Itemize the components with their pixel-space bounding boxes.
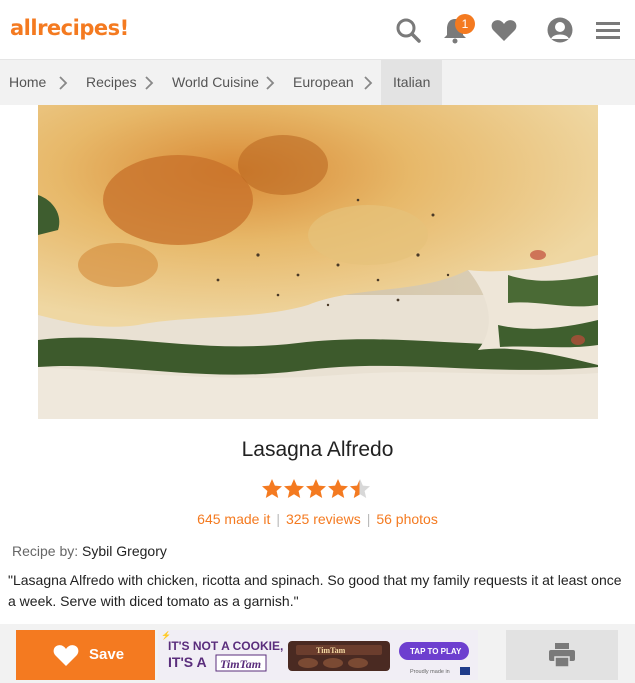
stat-divider: | [366, 511, 371, 527]
rating-stars[interactable] [261, 478, 371, 500]
ad-creative: ⚡ IT'S NOT A COOKIE, IT'S A TimTam TimTa… [158, 630, 478, 680]
recipe-title: Lasagna Alfredo [241, 438, 394, 461]
printer-icon [549, 643, 575, 668]
ad-cta-button: TAP TO PLAY [410, 647, 462, 656]
star-icon [262, 479, 282, 498]
ad-pack-label: TimTam [316, 646, 346, 655]
byline-label: Recipe by: [12, 543, 79, 559]
advertisement-banner[interactable]: ⚡ IT'S NOT A COOKIE, IT'S A TimTam TimTa… [158, 630, 478, 680]
breadcrumb-recipes[interactable]: Recipes [86, 60, 137, 105]
ad-headline-2: IT'S A [168, 654, 207, 670]
breadcrumb-european[interactable]: European [293, 60, 354, 105]
heart-icon [53, 645, 79, 666]
ad-brand-logo: TimTam [220, 657, 261, 671]
chevron-right-icon [266, 76, 275, 90]
print-button[interactable] [506, 630, 618, 680]
recipe-description: "Lasagna Alfredo with chicken, ricotta a… [8, 572, 622, 609]
star-icon [328, 479, 348, 498]
chevron-right-icon [145, 76, 154, 90]
chevron-right-icon [59, 76, 68, 90]
half-star-icon [350, 479, 370, 498]
notification-badge: 1 [455, 14, 475, 34]
breadcrumb: Home Recipes World Cuisine European Ital… [0, 60, 635, 105]
recipe-photo[interactable] [38, 105, 598, 419]
star-icon [284, 479, 304, 498]
logo-spoon-mark: ! [119, 16, 130, 40]
site-header: allrecipes! 1 [0, 0, 635, 60]
australia-flag-icon [460, 667, 470, 675]
author-link[interactable]: Sybil Gregory [82, 543, 167, 559]
save-label: Save [89, 646, 125, 663]
ad-headline-1: IT'S NOT A COOKIE, [168, 639, 283, 653]
allrecipes-logo[interactable]: allrecipes! [10, 16, 129, 40]
logo-text: allrecipes [10, 16, 120, 40]
breadcrumb-world-cuisine[interactable]: World Cuisine [172, 60, 259, 105]
ad-footer-text: Proudly made in [410, 669, 450, 675]
menu-icon[interactable] [594, 16, 622, 44]
bottom-action-bar: Save ⚡ IT'S NOT A COOKIE, IT'S A TimTam … [0, 624, 635, 683]
chevron-right-icon [364, 76, 373, 90]
breadcrumb-italian[interactable]: Italian [381, 60, 443, 105]
recipe-stats: 645 made it | 325 reviews | 56 photos [0, 511, 635, 527]
reviews-link[interactable]: 325 reviews [286, 511, 361, 527]
made-it-link[interactable]: 645 made it [197, 511, 270, 527]
photos-link[interactable]: 56 photos [376, 511, 438, 527]
star-icon [306, 479, 326, 498]
profile-icon[interactable] [546, 16, 574, 44]
recipe-byline: Recipe by: Sybil Gregory [12, 543, 167, 559]
save-button[interactable]: Save [16, 630, 155, 680]
breadcrumb-home[interactable]: Home [9, 60, 46, 105]
heart-icon[interactable] [490, 16, 518, 44]
search-icon[interactable] [394, 16, 422, 44]
stat-divider: | [276, 511, 280, 527]
